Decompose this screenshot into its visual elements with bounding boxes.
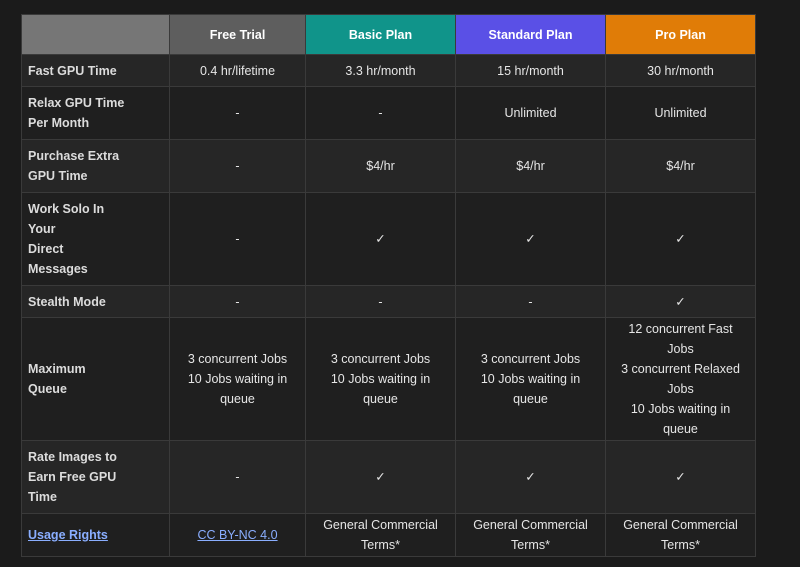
cell-pro-plan: $4/hr [605,139,756,193]
header-standard-plan: Standard Plan [455,14,606,55]
cell-standard-plan: $4/hr [455,139,606,193]
feature-rate-images: Rate Images to Earn Free GPU Time [28,450,117,504]
header-basic-plan: Basic Plan [305,14,456,55]
cell-pro-plan: Unlimited [605,86,756,140]
cell-free-trial: 0.4 hr/lifetime [169,54,306,87]
feature-stealth-mode: Stealth Mode [28,294,106,309]
feature-fast-gpu-time: Fast GPU Time [28,63,117,78]
check-icon: ✓ [305,192,456,286]
cell-standard-plan: 3 concurrent Jobs 10 Jobs waiting in que… [480,352,581,406]
feature-purchase-extra-gpu-time: Purchase Extra GPU Time [28,149,120,183]
header-row: Free Trial Basic Plan Standard Plan Pro … [21,14,756,55]
cell-free-trial: 3 concurrent Jobs 10 Jobs waiting in que… [187,352,288,406]
cell-standard-plan: Unlimited [455,86,606,140]
cell-free-trial: - [169,139,306,193]
cell-standard-plan: 15 hr/month [455,54,606,87]
cell-free-trial: - [169,285,306,318]
header-free-trial: Free Trial [169,14,306,55]
cell-basic-plan: General Commercial Terms* [323,518,438,552]
table-row: Relax GPU Time Per Month - - Unlimited U… [21,86,756,140]
cell-basic-plan: 3 concurrent Jobs 10 Jobs waiting in que… [330,352,431,406]
check-icon: ✓ [605,440,756,514]
cell-pro-plan: 30 hr/month [605,54,756,87]
cell-pro-plan: 12 concurrent Fast Jobs 3 concurrent Rel… [621,322,740,436]
cell-free-trial: - [169,86,306,140]
table-row: Stealth Mode - - - ✓ [21,285,756,318]
cell-free-trial: - [169,440,306,514]
feature-maximum-queue: Maximum Queue [28,362,86,396]
cell-standard-plan: General Commercial Terms* [473,518,588,552]
cell-standard-plan: - [455,285,606,318]
pricing-table: Free Trial Basic Plan Standard Plan Pro … [21,14,756,557]
pricing-comparison: Free Trial Basic Plan Standard Plan Pro … [21,14,756,557]
table-row: Work Solo In Your Direct Messages - ✓ ✓ … [21,192,756,286]
feature-relax-gpu-time: Relax GPU Time Per Month [28,96,125,130]
cell-basic-plan: - [305,285,456,318]
check-icon: ✓ [305,440,456,514]
cell-basic-plan: 3.3 hr/month [305,54,456,87]
cc-by-nc-link[interactable]: CC BY-NC 4.0 [197,528,277,542]
header-corner [21,14,170,55]
cell-basic-plan: $4/hr [305,139,456,193]
cell-pro-plan: General Commercial Terms* [623,518,738,552]
check-icon: ✓ [455,440,606,514]
check-icon: ✓ [455,192,606,286]
check-icon: ✓ [605,285,756,318]
cell-basic-plan: - [305,86,456,140]
table-row: Fast GPU Time 0.4 hr/lifetime 3.3 hr/mon… [21,54,756,87]
table-row: Rate Images to Earn Free GPU Time - ✓ ✓ … [21,440,756,514]
cell-free-trial: - [169,192,306,286]
feature-work-solo: Work Solo In Your Direct Messages [28,202,105,276]
table-row: Maximum Queue 3 concurrent Jobs 10 Jobs … [21,317,756,441]
table-row: Purchase Extra GPU Time - $4/hr $4/hr $4… [21,139,756,193]
check-icon: ✓ [605,192,756,286]
header-pro-plan: Pro Plan [605,14,756,55]
table-row: Usage Rights CC BY-NC 4.0 General Commer… [21,513,756,557]
usage-rights-link[interactable]: Usage Rights [28,528,108,542]
